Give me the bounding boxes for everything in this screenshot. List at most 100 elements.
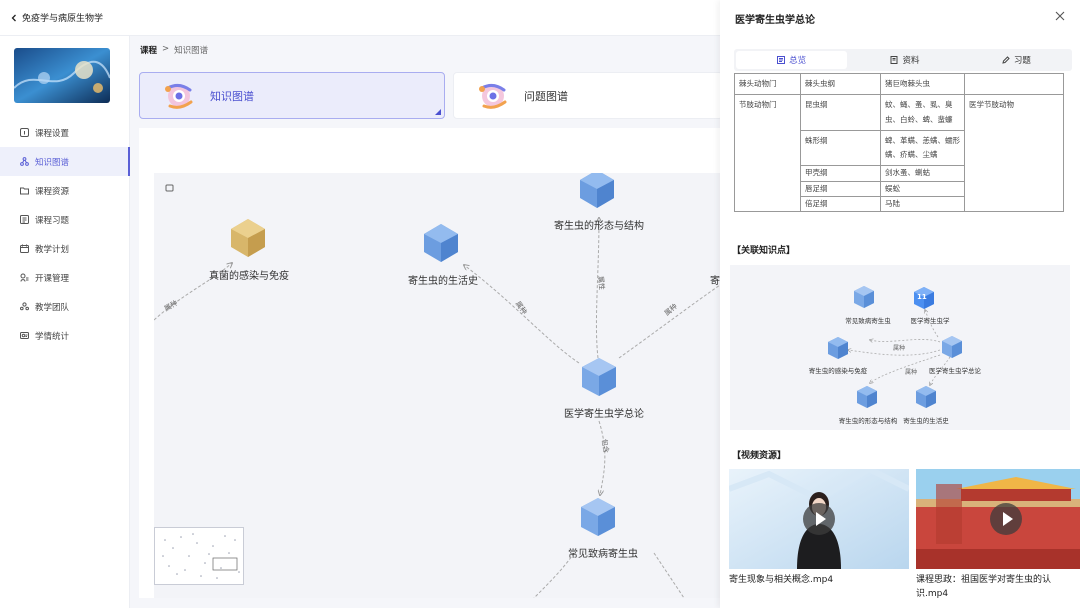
table-cell: 唇足纲: [800, 180, 881, 197]
sidebar-item-label: 课程习题: [35, 215, 70, 226]
graph-node-label[interactable]: 寄生虫的生活史: [408, 272, 478, 287]
graph-node-general: [582, 358, 616, 396]
knowledge-graph-illustration-icon: [165, 83, 193, 109]
knowledge-graph-card[interactable]: 知识图谱: [139, 72, 445, 119]
sidebar-item-label: 课程资源: [35, 186, 70, 197]
pen-icon: [1002, 56, 1010, 64]
graph-node-label[interactable]: 医学寄生虫学总论: [564, 405, 644, 420]
video-title[interactable]: 寄生现象与相关概念.mp4: [729, 573, 909, 587]
table-cell: 节肢动物门: [734, 94, 801, 212]
table-row: 节肢动物门 昆虫纲 蚊、蝇、蚤、虱、臭虫、白蛉、蜱、蜚蠊 医学节肢动物: [734, 94, 1064, 212]
graph-node-label[interactable]: 常见致病寄生虫: [568, 545, 638, 560]
classification-table: 棘头动物门 棘头虫纲 猪巨吻棘头虫 节肢动物门 昆虫纲 蚊、蝇、蚤、虱、臭虫、白…: [734, 72, 1064, 213]
table-cell: [964, 72, 1064, 96]
related-node: [854, 286, 874, 308]
video-thumbnail[interactable]: [729, 469, 909, 569]
team-icon: [20, 302, 29, 311]
sidebar-item-label: 知识图谱: [35, 157, 70, 168]
table-cell: 昆虫纲: [800, 94, 881, 131]
tab-overview[interactable]: 总览: [736, 51, 848, 69]
tab-label: 习题: [1013, 56, 1031, 66]
sidebar-item-teaching-plan[interactable]: 教学计划: [0, 234, 130, 263]
table-cell: 棘头虫纲: [800, 72, 881, 96]
info-square-icon: [20, 128, 29, 137]
graph-node-label[interactable]: 真菌的感染与免疫: [209, 267, 289, 282]
graph-nodes-icon: [20, 157, 29, 166]
back-button[interactable]: 免疫学与病原生物学: [10, 11, 103, 24]
play-icon[interactable]: [990, 503, 1022, 535]
related-node-label: 寄生虫的生活史: [903, 417, 949, 425]
related-node: [942, 336, 962, 358]
sidebar-item-course-settings[interactable]: 课程设置: [0, 118, 130, 147]
related-edge-label: 属种: [905, 369, 918, 376]
breadcrumb-current: 知识图谱: [174, 46, 209, 56]
table-cell: 蛛形纲: [800, 129, 881, 167]
panel-title: 医学寄生虫学总论: [735, 15, 815, 26]
related-edge: [870, 339, 941, 342]
video-thumbnail[interactable]: [916, 469, 1080, 569]
graph-edge: [599, 420, 606, 495]
tab-exercises[interactable]: 习题: [961, 49, 1072, 71]
course-cover-image: [14, 48, 110, 103]
sidebar-item-teaching-team[interactable]: 教学团队: [0, 292, 130, 321]
sidebar: 课程设置 知识图谱 课程资源 课程习题 教学计划 开课管理 教学团队 学情统计: [0, 36, 130, 608]
graph-node-label[interactable]: 寄生: [710, 272, 720, 287]
video-title[interactable]: 课程思政：祖国医学对寄生虫的认识.mp4: [916, 573, 1076, 602]
manage-icon: [20, 273, 29, 282]
related-edge-label: 属种: [893, 345, 906, 352]
table-cell: 猪巨吻棘头虫: [880, 72, 965, 96]
graph-edge-label: 属性: [596, 275, 606, 291]
list-doc-icon: [20, 215, 29, 224]
knowledge-graph-card-label: 知识图谱: [210, 89, 254, 103]
graph-node-lifecycle: [424, 224, 458, 262]
panel-tabs: 总览 资料 习题: [734, 49, 1072, 71]
related-node-label: 常见致病寄生虫: [845, 317, 891, 325]
related-section-title: 【关联知识点】: [732, 246, 796, 256]
selected-corner-icon: [435, 109, 441, 115]
folder-icon: [20, 186, 29, 195]
tab-label: 总览: [789, 56, 807, 66]
tab-label: 资料: [902, 56, 920, 66]
question-graph-card[interactable]: 问题图谱: [453, 72, 723, 119]
related-node: [828, 337, 848, 359]
overview-icon: [777, 56, 786, 64]
graph-minimap[interactable]: [154, 527, 244, 585]
sidebar-item-label: 学情统计: [35, 331, 70, 342]
sidebar-item-learning-stats[interactable]: 学情统计: [0, 321, 130, 350]
book-icon: [890, 56, 898, 64]
breadcrumb-course[interactable]: 课程: [140, 44, 157, 56]
sidebar-item-knowledge-graph[interactable]: 知识图谱: [0, 147, 130, 176]
table-cell: 蚊、蝇、蚤、虱、臭虫、白蛉、蜱、蜚蠊: [880, 94, 965, 131]
sidebar-item-label: 教学计划: [35, 244, 70, 255]
question-graph-illustration-icon: [479, 83, 507, 109]
sidebar-item-label: 课程设置: [35, 128, 70, 139]
close-icon[interactable]: [1054, 10, 1066, 22]
related-graph[interactable]: 11 属种 属种 常见致病寄生虫 医学寄生虫学 寄生虫的感染与免疫 医学寄生虫学…: [730, 265, 1070, 430]
related-node: [916, 386, 936, 408]
tab-materials[interactable]: 资料: [849, 49, 960, 71]
related-count-badge: 11: [917, 293, 927, 301]
related-node: [857, 386, 877, 408]
knowledge-graph-canvas[interactable]: 真菌的感染与免疫 寄生虫的生活史 寄生虫的形态与结构 寄生 医学寄生虫学总论 常…: [154, 173, 720, 598]
main-content: 课程 > 知识图谱 知识图谱 问题图谱 真菌的感染与免疫 寄生虫的生活史 寄生虫…: [130, 36, 723, 608]
top-bar: 免疫学与病原生物学: [0, 0, 720, 36]
related-node-label: 寄生虫的形态与结构: [838, 417, 898, 425]
sidebar-nav: 课程设置 知识图谱 课程资源 课程习题 教学计划 开课管理 教学团队 学情统计: [0, 118, 130, 350]
table-cell: 甲壳纲: [800, 165, 881, 182]
sidebar-item-course-resources[interactable]: 课程资源: [0, 176, 130, 205]
table-cell: 棘头动物门: [734, 72, 801, 96]
table-cell: 倍足纲: [800, 195, 881, 213]
question-graph-card-label: 问题图谱: [524, 89, 568, 103]
graph-node-label[interactable]: 寄生虫的形态与结构: [554, 217, 644, 232]
detail-panel: 医学寄生虫学总论 总览 资料 习题 棘头动物门 棘头虫纲 猪巨吻棘头虫 节肢动物…: [720, 0, 1080, 608]
chevron-left-icon: [11, 14, 16, 21]
breadcrumb: 课程 > 知识图谱: [140, 44, 208, 56]
graph-edge: [653, 552, 685, 598]
sidebar-item-course-exercises[interactable]: 课程习题: [0, 205, 130, 234]
sidebar-item-course-management[interactable]: 开课管理: [0, 263, 130, 292]
graph-container: 真菌的感染与免疫 寄生虫的生活史 寄生虫的形态与结构 寄生 医学寄生虫学总论 常…: [139, 128, 720, 598]
play-icon[interactable]: [803, 503, 835, 535]
breadcrumb-separator: >: [162, 44, 170, 54]
table-cell: 医学节肢动物: [964, 94, 1064, 212]
graph-node-pathogenic: [581, 498, 615, 536]
